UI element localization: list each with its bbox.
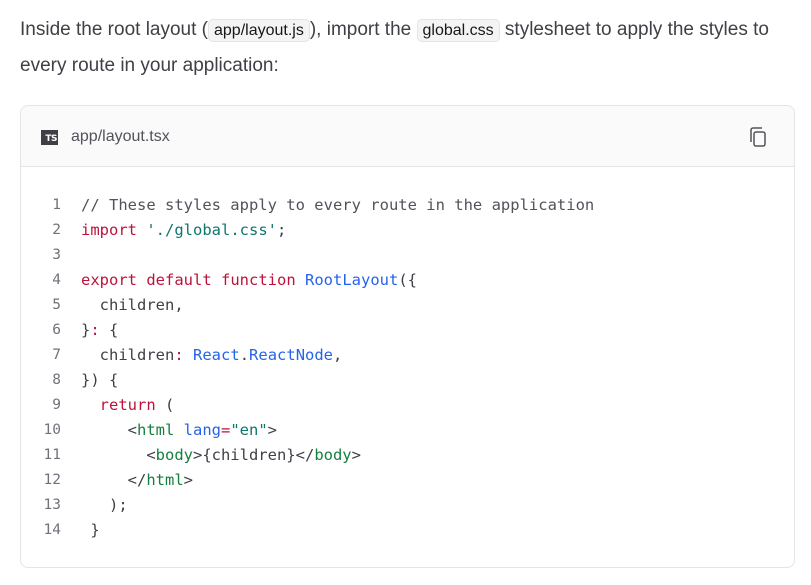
code-text: export default function RootLayout({ [61,268,417,293]
code-token: > [351,446,361,464]
intro-text-before: Inside the root layout ( [20,19,208,40]
line-number: 1 [52,197,61,213]
code-token: < [81,446,156,464]
code-token: RootLayout [305,271,399,289]
code-token: ReactNode [249,346,334,364]
line-number: 13 [43,497,61,513]
code-line: 13 ); [21,493,794,518]
code-token: html [137,421,175,439]
code-line: 2 import './global.css'; [21,218,794,243]
code-token: > [183,471,193,489]
code-token: body [314,446,352,464]
code-token: "en" [230,421,268,439]
code-token: >{children}</ [192,446,315,464]
code-text: import './global.css'; [61,218,286,243]
code-block-filename: app/layout.tsx [71,128,170,145]
code-line: 11 <body>{children}</body> [21,443,794,468]
code-line: 9 return ( [21,393,794,418]
code-line: 6}: { [21,318,794,343]
code-text: <body>{children}</body> [61,443,361,468]
copy-button[interactable] [746,125,770,149]
code-token: < [81,421,137,439]
code-token: } [81,321,91,339]
code-token: ; [277,221,287,239]
code-token: html [146,471,184,489]
code-line: 12 </html> [21,468,794,493]
code-line: 4 export default function RootLayout({ [21,268,794,293]
code-block: TS app/layout.tsx 1 // These styles apply… [20,105,795,568]
code-text: <html lang="en"> [61,418,277,443]
code-token: . [239,346,250,364]
code-token: { [99,321,119,339]
code-token: ({ [398,271,418,289]
line-number: 10 [43,422,61,438]
code-line: 14 } [21,518,794,543]
line-number: 7 [52,347,61,363]
code-token: : [174,346,184,364]
code-token: ( [155,396,175,414]
line-number: 14 [43,522,61,538]
code-content: 1 // These styles apply to every route in… [21,193,794,543]
line-number: 2 [52,222,61,238]
code-token: children, [81,296,184,314]
code-text: } [61,518,100,543]
line-number: 8 [52,372,61,388]
code-token: return [99,396,156,414]
code-token: import [81,221,137,239]
code-token: export [81,271,137,289]
code-token: }) { [81,371,119,389]
code-token: , [333,346,343,364]
code-token: } [81,521,100,539]
code-text: // These styles apply to every route in … [61,193,594,218]
code-token: './global.css' [146,221,277,239]
code-token: React [193,346,240,364]
code-text: }: { [61,318,118,343]
code-token: children [81,346,175,364]
line-number: 9 [52,397,61,413]
code-token: ); [81,496,128,514]
code-line: 7 children: React.ReactNode, [21,343,794,368]
code-text: children, [61,293,184,318]
intro-text-middle: ), import the [309,19,417,40]
code-token: lang [183,421,221,439]
code-line: 5 children, [21,293,794,318]
code-token: > [267,421,278,439]
code-text: children: React.ReactNode, [61,343,343,368]
code-line: 3 [21,243,794,268]
code-text: return ( [61,393,175,418]
code-token: body [155,446,193,464]
code-token: : [90,321,100,339]
code-token: function [221,271,296,289]
code-token: // These styles apply to every route in … [81,196,595,214]
code-line: 10 <html lang="en"> [21,418,794,443]
line-number: 3 [52,247,61,263]
line-number: 11 [43,447,61,463]
intro-paragraph: Inside the root layout (app/layout.js), … [20,12,805,83]
copy-icon [750,127,766,147]
line-number: 12 [43,472,61,488]
typescript-file-icon: TS [41,130,58,145]
code-token: = [221,421,231,439]
code-token: </ [81,471,147,489]
inline-code-global-css: global.css [416,19,500,42]
code-text: }) { [61,368,118,393]
line-number: 4 [52,272,61,288]
inline-code-layout-js: app/layout.js [208,19,310,42]
code-token: default [146,271,212,289]
code-text: </html> [61,468,193,493]
code-block-header: TS app/layout.tsx [21,106,794,167]
line-number: 5 [52,297,61,313]
line-number: 6 [52,322,61,338]
code-line: 1 // These styles apply to every route in… [21,193,794,218]
code-text: ); [61,493,128,518]
code-line: 8 }) { [21,368,794,393]
